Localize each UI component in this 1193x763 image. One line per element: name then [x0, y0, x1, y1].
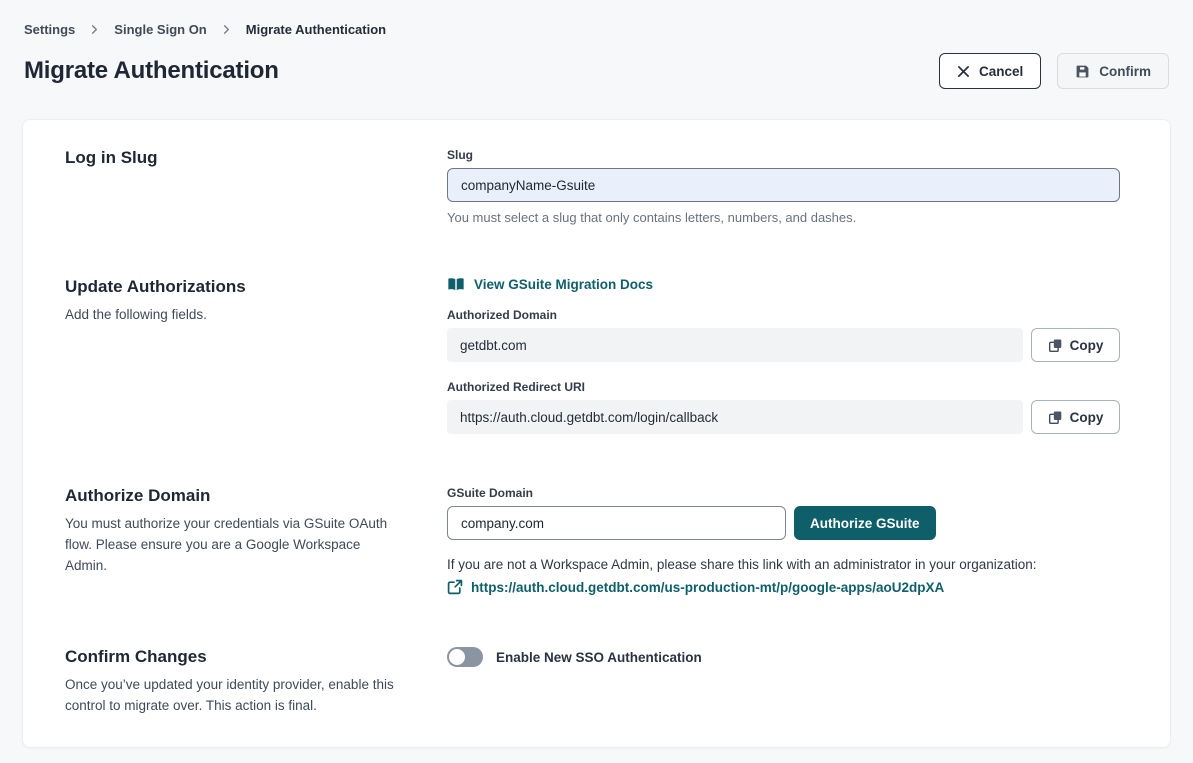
confirm-button-label: Confirm [1099, 64, 1151, 79]
confirm-button[interactable]: Confirm [1057, 53, 1169, 89]
breadcrumb-settings[interactable]: Settings [24, 22, 75, 37]
save-icon [1075, 64, 1090, 79]
authorized-redirect-uri-group: Authorized Redirect URI https://auth.clo… [447, 380, 1120, 434]
page-title: Migrate Authentication [24, 57, 279, 85]
breadcrumb-single-sign-on[interactable]: Single Sign On [114, 22, 206, 37]
section-update-authorizations: Update Authorizations Add the following … [65, 277, 1120, 434]
header-actions: Cancel Confirm [939, 53, 1169, 89]
update-authorizations-heading: Update Authorizations [65, 277, 407, 297]
breadcrumb-migrate-authentication: Migrate Authentication [246, 22, 386, 37]
authorize-gsuite-button[interactable]: Authorize GSuite [794, 506, 936, 540]
copy-icon [1048, 338, 1063, 353]
gsuite-domain-label: GSuite Domain [447, 486, 1120, 500]
chevron-right-icon [89, 24, 100, 35]
authorized-domain-group: Authorized Domain getdbt.com Copy [447, 308, 1120, 362]
section-login-slug: Log in Slug Slug You must select a slug … [65, 148, 1120, 225]
confirm-changes-description: Once you’ve updated your identity provid… [65, 675, 405, 717]
copy-button-label: Copy [1070, 410, 1104, 425]
authorized-redirect-uri-value: https://auth.cloud.getdbt.com/login/call… [447, 400, 1023, 434]
breadcrumb: Settings Single Sign On Migrate Authenti… [24, 22, 1169, 37]
authorized-redirect-uri-label: Authorized Redirect URI [447, 380, 1120, 394]
settings-card: Log in Slug Slug You must select a slug … [22, 119, 1171, 748]
copy-button-label: Copy [1070, 338, 1104, 353]
topbar: Settings Single Sign On Migrate Authenti… [0, 0, 1193, 37]
login-slug-heading: Log in Slug [65, 148, 407, 168]
update-authorizations-description: Add the following fields. [65, 305, 405, 326]
page-header: Migrate Authentication Cancel Confirm [0, 37, 1193, 89]
book-icon [447, 277, 465, 292]
close-icon [957, 65, 970, 78]
copy-authorized-domain-button[interactable]: Copy [1031, 328, 1120, 362]
admin-share-link[interactable]: https://auth.cloud.getdbt.com/us-product… [471, 580, 944, 595]
authorized-domain-value: getdbt.com [447, 328, 1023, 362]
external-link-icon [447, 579, 463, 595]
docs-link-label: View GSuite Migration Docs [474, 277, 653, 292]
authorize-domain-description: You must authorize your credentials via … [65, 514, 405, 577]
toggle-knob [449, 649, 465, 665]
enable-sso-toggle-label: Enable New SSO Authentication [496, 650, 702, 665]
section-authorize-domain: Authorize Domain You must authorize your… [65, 486, 1120, 595]
workspace-admin-note: If you are not a Workspace Admin, please… [447, 557, 1120, 572]
cancel-button-label: Cancel [979, 64, 1023, 79]
copy-redirect-uri-button[interactable]: Copy [1031, 400, 1120, 434]
slug-input[interactable] [447, 168, 1120, 202]
authorize-domain-heading: Authorize Domain [65, 486, 407, 506]
slug-helper-text: You must select a slug that only contain… [447, 210, 1120, 225]
cancel-button[interactable]: Cancel [939, 53, 1041, 89]
confirm-changes-heading: Confirm Changes [65, 647, 407, 667]
enable-sso-toggle[interactable] [447, 647, 483, 667]
slug-label: Slug [447, 148, 1120, 162]
chevron-right-icon [221, 24, 232, 35]
gsuite-domain-input[interactable] [447, 506, 786, 540]
gsuite-migration-docs-link[interactable]: View GSuite Migration Docs [447, 277, 653, 292]
copy-icon [1048, 410, 1063, 425]
section-confirm-changes: Confirm Changes Once you’ve updated your… [65, 647, 1120, 717]
authorized-domain-label: Authorized Domain [447, 308, 1120, 322]
